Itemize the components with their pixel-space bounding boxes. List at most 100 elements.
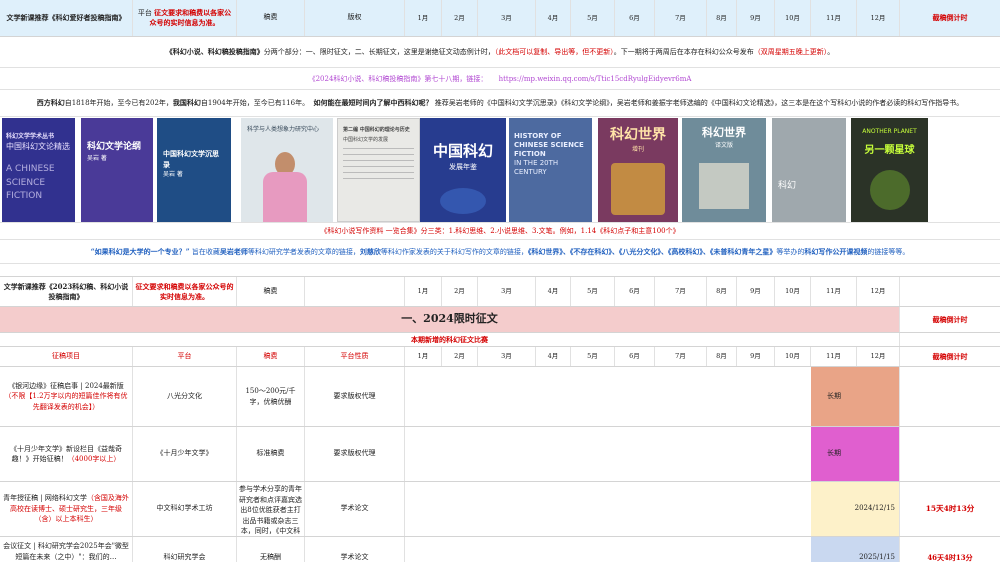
month-header: 4月	[536, 347, 571, 366]
month-header: 4月	[536, 277, 571, 306]
row-platform: 八光分文化	[133, 367, 237, 426]
month-header: 8月	[707, 277, 737, 306]
row-item[interactable]: 会议征文 | 科幻研究学会2025年会"微型短篇在未来（之中）"：我们的…	[0, 537, 133, 562]
month-header: 5月	[571, 0, 615, 36]
row-platform: 科幻研究学会	[133, 537, 237, 562]
row-fee: 150～200元/千字，优稿优酬	[237, 367, 305, 426]
book-cover: 第二编 中国科幻的理论与历史 中国科幻文学的发展	[337, 118, 420, 222]
blank-row	[0, 264, 1000, 277]
col-item: 征稿项目	[0, 347, 133, 366]
month-header: 10月	[775, 0, 811, 36]
month-header: 9月	[737, 347, 775, 366]
month-header: 7月	[655, 0, 707, 36]
month-header: 5月	[571, 277, 615, 306]
month-header: 11月	[811, 347, 857, 366]
column-header-row: 征稿项目 平台 稿费 平台性质 1月 2月 3月 4月 5月 6月 7月 8月 …	[0, 347, 1000, 367]
month-header: 10月	[775, 277, 811, 306]
month-header: 5月	[571, 347, 615, 366]
row-countdown: 46天4时13分	[927, 552, 973, 562]
row-platform: 中文科幻学术工坊	[133, 482, 237, 536]
row-fee: 参与学术分享的青年研究者和点评嘉宾选出8位优胜获者主打出品书籍或杂志三本，同时，…	[237, 482, 305, 536]
row-item[interactable]: 青年授征稿 | 网络科幻文学（含国及海外高校在读博士、硕士研究生，三年级（含）以…	[0, 482, 133, 536]
deadline-bar: 2025/1/15	[811, 537, 900, 562]
header-row: 文学新课推荐《科幻爱好者投稿指南》 平台 征文要求和稿费以各家公众号的实时信息为…	[0, 0, 1000, 37]
section-subtitle: 本期新增的科幻征文比赛	[0, 333, 900, 346]
table-row: 会议征文 | 科幻研究学会2025年会"微型短篇在未来（之中）"：我们的… 科幻…	[0, 537, 1000, 562]
row-countdown	[900, 367, 1000, 426]
row-nature: 学术论文	[305, 537, 405, 562]
month-header: 6月	[615, 277, 655, 306]
book-cover: HISTORY OF CHINESE SCIENCE FICTION IN THE…	[509, 118, 592, 222]
header-title: 文学新课推荐《科幻爱好者投稿指南》	[0, 0, 133, 36]
book-cover: 科幻文学学术丛书 中国科幻文论精选 A CHINESE SCIENCE FICTIO…	[2, 118, 75, 222]
month-header: 7月	[655, 277, 707, 306]
section-row: 一、2024限时征文 截稿倒计时	[0, 307, 1000, 333]
header-platform: 平台 征文要求和稿费以各家公众号的实时信息为准。	[133, 0, 237, 36]
month-header: 8月	[707, 0, 737, 36]
col-fee: 稿费	[237, 347, 305, 366]
deadline-bar: 2024/12/15	[811, 482, 900, 536]
tags-line: 《科幻小说写作资料 一览合集》分三类：1.科幻思维、2.小说思维、3.文笔。例如…	[0, 222, 1000, 240]
month-header: 12月	[857, 0, 900, 36]
header2-fee: 稿费	[237, 277, 305, 306]
month-header: 1月	[405, 347, 442, 366]
row-nature: 学术论文	[305, 482, 405, 536]
month-header: 6月	[615, 0, 655, 36]
month-header: 3月	[478, 347, 536, 366]
row-nature: 要求版权代理	[305, 367, 405, 426]
intro-line: 《科幻小说、科幻稿投稿指南》分两个部分：一、限时征文，二、长期征文，这里是谢绝征…	[0, 37, 1000, 68]
issue-line: 《2024科幻小说、科幻稿投稿指南》第七十八期，链接： https://mp.w…	[0, 68, 1000, 90]
month-header: 2月	[442, 277, 478, 306]
month-header: 7月	[655, 347, 707, 366]
row-countdown: 15天4时13分	[925, 503, 975, 513]
links-line: “如果科幻是大学的一个专业？” 旨在收藏吴岩老师等科幻研究学者发表的文章的链接，…	[0, 240, 1000, 264]
table-row: 《银河边缘》征稿启事 | 2024最新版（不限【1.2万字以内的短篇佳作将有优先…	[0, 367, 1000, 427]
month-header: 9月	[737, 0, 775, 36]
history-line: 西方科幻自1818年开始，至今已有202年，我国科幻自1904年开始，至今已有1…	[0, 90, 1000, 117]
row-countdown	[900, 427, 1000, 481]
header-fee: 稿费	[237, 0, 305, 36]
month-header: 1月	[405, 0, 442, 36]
row-fee: 标准稿费	[237, 427, 305, 481]
row-fee: 无稿酬	[237, 537, 305, 562]
month-header: 3月	[478, 0, 536, 36]
book-cover: 科幻世界 译文版	[682, 118, 766, 222]
book-cover: 科幻世界 增刊	[598, 118, 678, 222]
header-countdown: 截稿倒计时	[932, 13, 968, 23]
month-header: 6月	[615, 347, 655, 366]
section-countdown: 截稿倒计时	[900, 307, 1000, 332]
timeline-empty	[405, 367, 811, 426]
col-nature: 平台性质	[305, 347, 405, 366]
header-rights: 版权	[305, 0, 405, 36]
month-header: 10月	[775, 347, 811, 366]
deadline-bar: 长期	[811, 427, 900, 481]
timeline-empty	[405, 482, 811, 536]
month-header: 11月	[811, 0, 857, 36]
header2-platform: 征文要求和稿费以各家公众号的实时信息为准。	[133, 277, 237, 306]
col-platform: 平台	[133, 347, 237, 366]
month-header: 8月	[707, 347, 737, 366]
month-header: 9月	[737, 277, 775, 306]
table-row: 《十月少年文学》新设栏目《益哉奇趣！》开始征稿！（4000字以上） 《十月少年文…	[0, 427, 1000, 482]
timeline-empty	[405, 537, 811, 562]
deadline-bar: 长期	[811, 367, 900, 426]
book-cover: 中国科幻文学沉思录 吴岩 著	[157, 118, 231, 222]
header2-title: 文学新课推荐《2023科幻稿、科幻小说投稿指南》	[0, 277, 133, 306]
month-header: 3月	[478, 277, 536, 306]
row-item[interactable]: 《银河边缘》征稿启事 | 2024最新版（不限【1.2万字以内的短篇佳作将有优先…	[0, 367, 133, 426]
portrait	[263, 152, 307, 222]
header-row-2: 文学新课推荐《2023科幻稿、科幻小说投稿指南》 征文要求和稿费以各家公众号的实…	[0, 277, 1000, 307]
book-cover: 科幻文学论纲 吴岩 著	[81, 118, 153, 222]
book-cover: 科幻	[772, 118, 846, 222]
book-cover: 中国科幻 发展年鉴	[420, 118, 506, 222]
month-header: 2月	[442, 0, 478, 36]
header2-empty	[305, 277, 405, 306]
issue-link[interactable]: https://mp.weixin.qq.com/s/Ttic15cdRyulg…	[499, 75, 692, 83]
timeline-empty	[405, 427, 811, 481]
month-header: 2月	[442, 347, 478, 366]
col-countdown: 截稿倒计时	[932, 351, 968, 361]
row-item[interactable]: 《十月少年文学》新设栏目《益哉奇趣！》开始征稿！（4000字以上）	[0, 427, 133, 481]
header2-countdown-empty	[900, 277, 1000, 306]
section-title: 一、2024限时征文	[0, 307, 900, 332]
subtitle-row: 本期新增的科幻征文比赛	[0, 333, 1000, 347]
